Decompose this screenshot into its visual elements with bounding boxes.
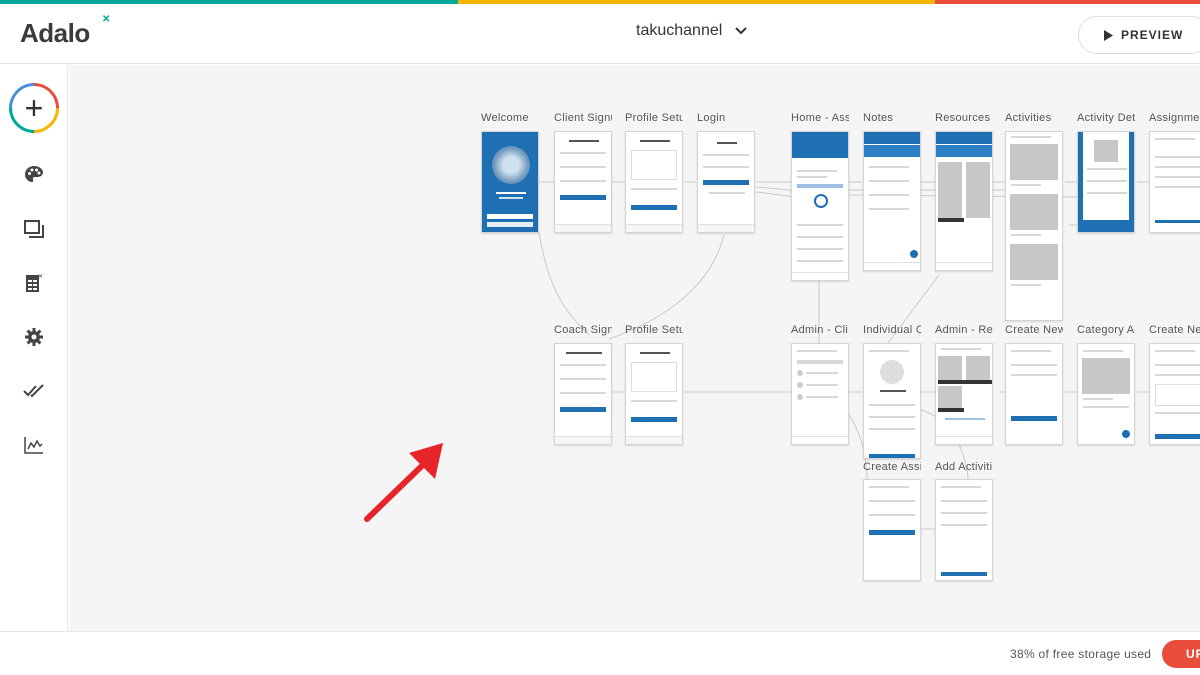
screen-label-create-assignment: Create Assi [863,461,921,473]
screen-add-activities[interactable] [935,479,993,581]
screen-notes[interactable] [863,131,921,271]
screen-label-individual-client: Individual C [863,324,921,336]
red-arrow-icon [364,443,443,522]
upgrade-button[interactable]: UPGRADE [1162,640,1200,668]
screen-category-activities[interactable] [1077,343,1135,445]
top-header: Adalo ✕ takuchannel PREVIEW [0,4,1200,64]
screen-label-client-signup: Client Signu [554,112,612,124]
screen-activity-detail[interactable] [1077,131,1135,233]
screen-create-assignment[interactable] [863,479,921,581]
screen-label-create-new-activity: Create New [1149,324,1200,336]
analytics-icon[interactable] [22,433,46,457]
screen-label-assignment: Assignmer [1149,112,1200,124]
screen-resources[interactable] [935,131,993,271]
screen-label-admin-resources: Admin - Re [935,324,993,336]
screen-label-add-activities: Add Activiti [935,461,993,473]
screen-label-coach-signup: Coach Signi [554,324,612,336]
preview-button[interactable]: PREVIEW [1078,16,1200,54]
screen-individual-client[interactable] [863,343,921,459]
screen-home[interactable] [791,131,849,281]
add-component-button[interactable]: + [9,83,59,133]
logo-text: Adalo [20,18,90,48]
screen-coach-signup[interactable] [554,343,612,445]
screens-canvas[interactable]: Welcome Client Signu Profile Setu Login … [69,65,1200,631]
screen-label-profile-setup: Profile Setu [625,112,683,124]
play-icon [1104,29,1113,41]
screen-create-new-category[interactable] [1005,343,1063,445]
adalo-logo[interactable]: Adalo ✕ [20,14,110,49]
screens-icon[interactable] [22,217,46,241]
screen-label-category-activities: Category Ac [1077,324,1135,336]
screen-label-create-new-category: Create New [1005,324,1063,336]
plus-icon: + [12,86,56,130]
screen-admin-clients[interactable] [791,343,849,445]
screen-create-new-activity[interactable] [1149,343,1200,445]
svg-text:✕: ✕ [38,273,43,280]
screen-label-welcome: Welcome [481,112,529,124]
screen-login[interactable] [697,131,755,233]
publish-icon[interactable] [22,379,46,403]
screen-label-activities: Activities [1005,112,1052,124]
app-name: takuchannel [636,22,723,39]
preview-label: PREVIEW [1121,28,1184,42]
screen-admin-resources[interactable] [935,343,993,445]
bottom-status-bar: 38% of free storage used UPGRADE [0,631,1200,675]
screen-label-activity-detail: Activity Det [1077,112,1135,124]
storage-usage-text: 38% of free storage used [1010,647,1152,661]
settings-icon[interactable] [22,325,46,349]
screen-label-login: Login [697,112,726,124]
screen-coach-profile-setup[interactable] [625,343,683,445]
screen-label-home: Home - Ass [791,112,849,124]
database-icon[interactable]: ✕ [22,271,46,295]
screen-client-signup[interactable] [554,131,612,233]
palette-icon[interactable] [22,163,46,187]
chevron-down-icon [735,27,748,35]
logo-spark-icon: ✕ [102,14,110,25]
screen-profile-setup[interactable] [625,131,683,233]
screen-assignment[interactable] [1149,131,1200,233]
screen-label-notes: Notes [863,112,894,124]
screen-label-admin-clients: Admin - Cli [791,324,849,336]
left-toolbar: + ✕ [0,65,68,631]
screen-label-coach-profile-setup: Profile Setu [625,324,683,336]
screen-label-resources: Resources [935,112,991,124]
screen-welcome[interactable] [481,131,539,233]
app-selector[interactable]: takuchannel [636,22,748,40]
screen-activities[interactable] [1005,131,1063,321]
